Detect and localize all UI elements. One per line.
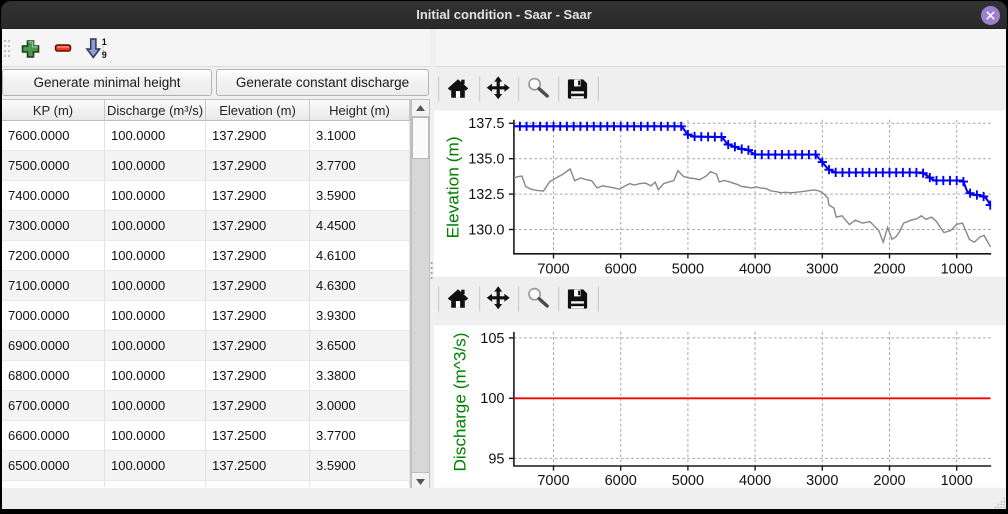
svg-text:3000: 3000 — [806, 261, 838, 277]
svg-text:5000: 5000 — [672, 473, 704, 489]
svg-text:105: 105 — [480, 331, 504, 347]
svg-text:Elevation (m): Elevation (m) — [444, 136, 463, 238]
svg-text:1000: 1000 — [941, 473, 973, 489]
svg-text:135.0: 135.0 — [468, 152, 504, 168]
svg-text:9: 9 — [102, 50, 107, 60]
svg-text:137.5: 137.5 — [468, 116, 504, 132]
svg-text:2000: 2000 — [873, 473, 905, 489]
svg-text:6000: 6000 — [605, 261, 637, 277]
svg-text:95: 95 — [488, 451, 504, 467]
svg-text:4000: 4000 — [739, 473, 771, 489]
svg-text:100: 100 — [480, 391, 504, 407]
svg-text:1000: 1000 — [941, 261, 973, 277]
svg-text:4000: 4000 — [739, 261, 771, 277]
svg-text:7000: 7000 — [537, 261, 569, 277]
svg-text:132.5: 132.5 — [468, 187, 504, 203]
svg-text:130.0: 130.0 — [468, 222, 504, 238]
svg-text:6000: 6000 — [605, 473, 637, 489]
svg-text:2000: 2000 — [873, 261, 905, 277]
svg-text:7000: 7000 — [537, 473, 569, 489]
svg-text:5000: 5000 — [672, 261, 704, 277]
svg-text:3000: 3000 — [806, 473, 838, 489]
svg-text:Discharge (m^3/s): Discharge (m^3/s) — [451, 333, 470, 472]
